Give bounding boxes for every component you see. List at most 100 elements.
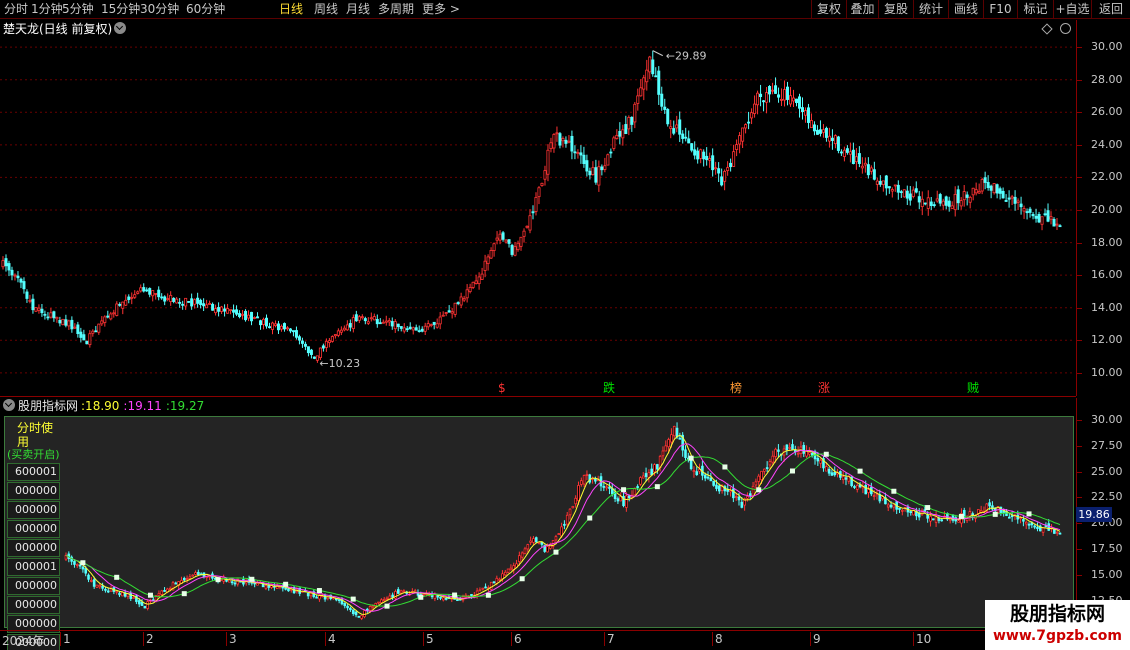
period-tab-5[interactable]: 60分钟 <box>186 1 225 17</box>
candle <box>898 507 901 510</box>
candle <box>253 317 257 319</box>
candle <box>754 481 758 486</box>
candle <box>574 497 577 505</box>
indicator-tick: 27.50 <box>1091 438 1123 452</box>
candle <box>893 184 897 187</box>
legend-cell: 000000 <box>7 539 60 557</box>
candle <box>132 597 135 599</box>
candle <box>839 151 843 154</box>
candle <box>509 567 513 571</box>
candle <box>757 475 761 482</box>
candle <box>498 233 502 241</box>
date-label: 7 <box>604 632 615 646</box>
candle <box>789 95 793 105</box>
toolbar-button-6[interactable]: 标记 <box>1017 0 1053 19</box>
candle <box>507 239 511 244</box>
period-tab-1[interactable]: 1分钟 <box>31 1 63 17</box>
candle <box>339 329 343 333</box>
candle <box>580 480 583 485</box>
candle <box>844 477 848 480</box>
candle <box>1036 526 1039 529</box>
candle <box>932 204 936 207</box>
candle <box>971 187 975 196</box>
candle <box>661 450 665 457</box>
price-tick: 24.00 <box>1091 137 1123 151</box>
candle <box>827 135 831 142</box>
toolbar-button-7[interactable]: +自选 <box>1053 0 1091 19</box>
ma-marker <box>283 581 289 587</box>
candle <box>157 289 161 298</box>
candle <box>818 129 822 134</box>
period-tab-6[interactable]: 日线 <box>279 1 303 17</box>
price-tick: 28.00 <box>1091 72 1123 86</box>
ma-marker <box>519 576 525 582</box>
candle <box>953 193 957 211</box>
toolbar-button-1[interactable]: 叠加 <box>846 0 878 19</box>
period-tab-4[interactable]: 30分钟 <box>140 1 179 17</box>
candle <box>503 571 507 576</box>
candle <box>526 544 530 550</box>
candle <box>636 95 640 104</box>
candle <box>121 301 125 309</box>
candle <box>555 132 559 135</box>
candle <box>387 320 391 323</box>
candle <box>660 93 664 107</box>
candle <box>1001 190 1005 199</box>
toolbar-button-5[interactable]: F10 <box>983 0 1017 19</box>
toolbar-button-2[interactable]: 复股 <box>878 0 913 19</box>
candle <box>525 225 529 228</box>
tick-mark <box>1077 275 1082 277</box>
candle <box>723 171 727 182</box>
candle <box>169 294 173 302</box>
candle <box>689 459 693 470</box>
price-tick: 30.00 <box>1091 40 1123 54</box>
candle <box>585 473 589 476</box>
period-tab-8[interactable]: 月线 <box>346 1 370 17</box>
candle <box>300 340 304 344</box>
period-tab-9[interactable]: 多周期 <box>378 1 414 17</box>
candle <box>630 116 634 125</box>
candlestick-chart[interactable]: ←29.89 ←10.23 <box>0 20 1076 396</box>
candle <box>565 514 569 525</box>
candle <box>557 533 561 535</box>
candle <box>616 498 620 502</box>
candle <box>489 581 493 590</box>
indicator-chart[interactable] <box>0 398 1076 630</box>
candle <box>444 312 448 314</box>
candle <box>343 603 347 607</box>
candle <box>889 504 893 508</box>
toolbar-button-8[interactable]: 返回 <box>1091 0 1130 19</box>
candle <box>435 323 439 328</box>
candle <box>453 302 457 315</box>
candle <box>986 182 990 189</box>
candle <box>393 321 397 330</box>
candle <box>732 488 735 499</box>
candle <box>315 355 319 361</box>
price-tick: 18.00 <box>1091 235 1123 249</box>
candle <box>980 179 984 192</box>
candle <box>654 75 658 78</box>
toolbar-button-0[interactable]: 复权 <box>811 0 846 19</box>
period-tab-7[interactable]: 周线 <box>314 1 338 17</box>
period-tab-0[interactable]: 分时 <box>4 1 28 17</box>
toolbar-button-4[interactable]: 画线 <box>948 0 983 19</box>
candle <box>715 484 718 489</box>
candle <box>534 196 538 212</box>
candle <box>633 103 637 123</box>
candle <box>800 107 804 113</box>
ma-marker <box>688 455 694 461</box>
indicator-tick: 17.50 <box>1091 542 1123 556</box>
candle <box>577 485 580 502</box>
candle <box>1027 523 1031 526</box>
candle <box>909 511 913 514</box>
period-tab-3[interactable]: 15分钟 <box>101 1 140 17</box>
candle <box>337 599 341 602</box>
candle <box>714 167 718 170</box>
toolbar-button-3[interactable]: 统计 <box>913 0 948 19</box>
period-tab-10[interactable]: 更多 > <box>422 1 460 17</box>
period-tab-2[interactable]: 5分钟 <box>62 1 94 17</box>
candle <box>256 582 259 586</box>
candle <box>998 188 1002 194</box>
candle <box>819 459 822 464</box>
candle <box>737 496 741 501</box>
